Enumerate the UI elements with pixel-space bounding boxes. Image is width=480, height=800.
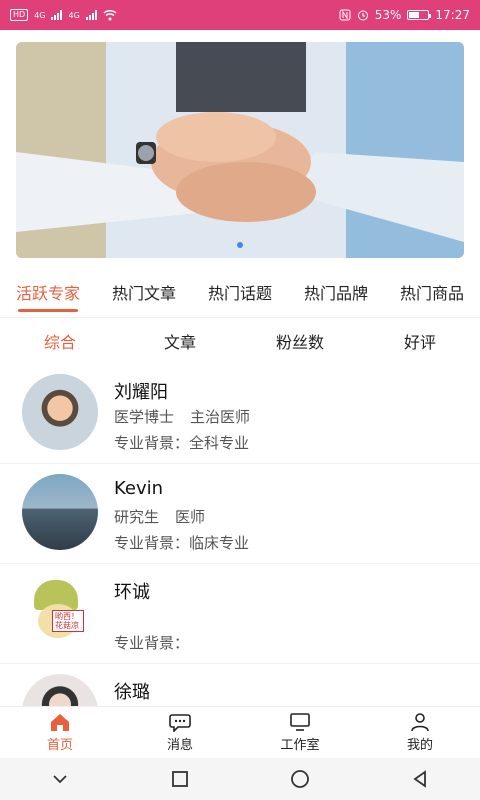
system-nav-bar [0, 758, 480, 800]
expert-title: 医师 [175, 508, 206, 526]
avatar[interactable] [22, 474, 98, 550]
avatar-sign-text: 哟西！花菇凉 [52, 610, 84, 632]
home-circle-icon[interactable] [289, 768, 311, 790]
tab-label: 消息 [166, 738, 193, 753]
avatar[interactable]: 哟西！花菇凉 [22, 574, 98, 650]
expert-background: 专业背景： [114, 634, 190, 652]
person-icon [411, 713, 429, 732]
expert-background: 专业背景：全科专业 [114, 434, 250, 452]
avatar[interactable] [22, 374, 98, 450]
expert-credentials: 研究生 医师 [114, 504, 480, 530]
banner-image [16, 42, 464, 258]
avatar[interactable] [22, 674, 98, 706]
tab-hot-products[interactable]: 热门商品 [400, 280, 464, 310]
tab-label: 首页 [46, 738, 73, 753]
signal-2-label: 4G [68, 10, 80, 20]
recents-icon[interactable] [169, 768, 191, 790]
list-item[interactable]: 徐璐 [0, 664, 480, 706]
expert-list: 刘耀阳 医学博士 主治医师 专业背景：全科专业 Kevin 研究生 医师 专业背景：… [0, 364, 480, 706]
hd-badge: HD [10, 9, 29, 21]
sort-comprehensive[interactable]: 综合 [0, 329, 120, 353]
tab-label: 我的 [406, 738, 433, 753]
tab-messages[interactable]: 消息 [120, 707, 240, 758]
sort-articles[interactable]: 文章 [120, 329, 240, 353]
tab-hot-brands[interactable]: 热门品牌 [304, 280, 368, 310]
sort-followers[interactable]: 粉丝数 [240, 329, 360, 353]
category-tabs: 活跃专家 热门文章 热门话题 热门品牌 热门商品 [0, 272, 480, 318]
tab-home[interactable]: 首页 [0, 707, 120, 758]
chat-icon [169, 714, 191, 732]
banner-carousel[interactable] [16, 42, 464, 258]
back-icon[interactable] [409, 768, 431, 790]
expert-name: 徐璐 [114, 682, 150, 703]
list-item[interactable]: Kevin 研究生 医师 专业背景：临床专业 [0, 464, 480, 564]
sort-ratings[interactable]: 好评 [360, 329, 480, 353]
carousel-dots [16, 242, 464, 248]
expert-name: 环诚 [114, 582, 150, 603]
alarm-icon [357, 10, 368, 21]
expert-name: 刘耀阳 [114, 382, 168, 403]
tab-studio[interactable]: 工作室 [240, 707, 360, 758]
tab-me[interactable]: 我的 [360, 707, 480, 758]
signal-icon [85, 10, 97, 20]
home-icon [51, 714, 69, 731]
battery-percent: 53% [374, 8, 402, 22]
nfc-icon [339, 9, 351, 21]
tab-hot-topics[interactable]: 热门话题 [208, 280, 272, 310]
chevron-down-icon[interactable] [49, 768, 71, 790]
clock: 17:27 [435, 8, 470, 22]
monitor-icon [290, 713, 310, 731]
expert-credentials [114, 604, 480, 630]
expert-degree: 医学博士 [114, 408, 175, 426]
expert-title: 主治医师 [190, 408, 251, 426]
tab-active-experts[interactable]: 活跃专家 [16, 280, 80, 312]
battery-icon [407, 10, 432, 20]
list-item[interactable]: 哟西！花菇凉 环诚 专业背景： [0, 564, 480, 664]
expert-background: 专业背景：临床专业 [114, 534, 250, 552]
expert-name: Kevin [114, 478, 164, 499]
expert-credentials: 医学博士 主治医师 [114, 404, 480, 430]
carousel-dot[interactable] [237, 242, 243, 248]
tab-hot-articles[interactable]: 热门文章 [112, 280, 176, 310]
wifi-icon [103, 9, 117, 21]
signal-1-label: 4G [34, 10, 46, 20]
expert-degree: 研究生 [114, 508, 160, 526]
list-item[interactable]: 刘耀阳 医学博士 主治医师 专业背景：全科专业 [0, 364, 480, 464]
bottom-tab-bar: 首页 消息 工作室 我的 [0, 706, 480, 758]
status-bar: HD 4G 4G 53% 17:27 [0, 0, 480, 30]
signal-icon [51, 10, 63, 20]
tab-label: 工作室 [280, 738, 320, 753]
sort-tabs: 综合 文章 粉丝数 好评 [0, 320, 480, 362]
